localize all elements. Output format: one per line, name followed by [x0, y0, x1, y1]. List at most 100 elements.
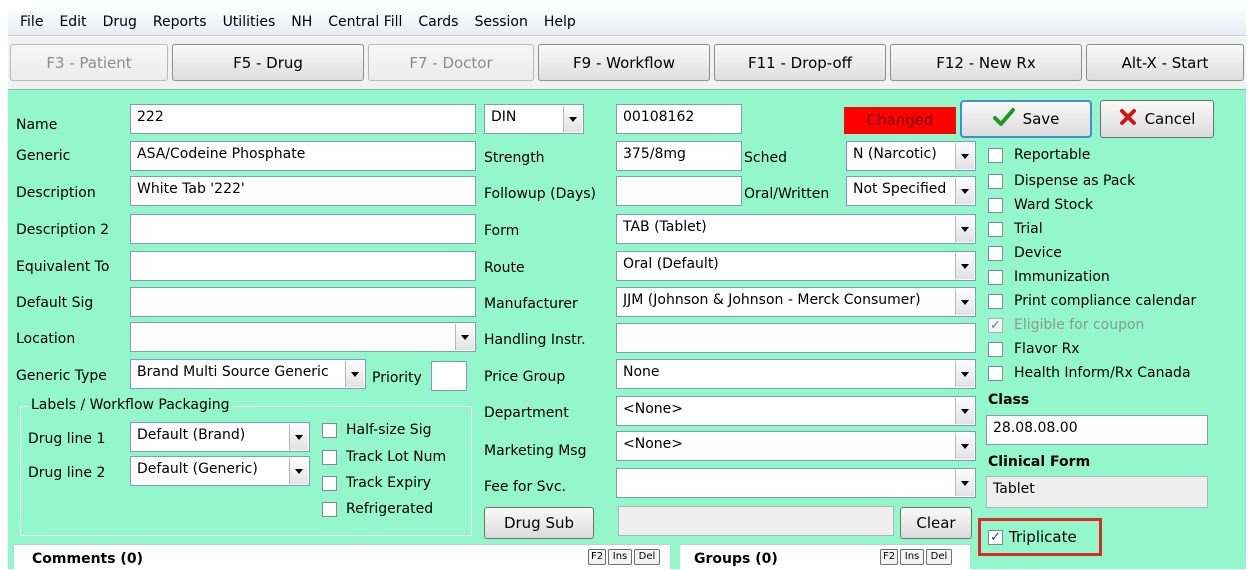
- ward-stock-checkbox[interactable]: [988, 198, 1003, 213]
- generic-field[interactable]: ASA/Codeine Phosphate: [130, 141, 476, 171]
- form-label: Form: [484, 223, 520, 239]
- menu-drug[interactable]: Drug: [95, 14, 145, 30]
- drug-line1-label: Drug line 1: [28, 431, 106, 447]
- equivalent-label: Equivalent To: [16, 259, 110, 275]
- route-label: Route: [484, 260, 525, 276]
- menu-reports[interactable]: Reports: [145, 14, 215, 30]
- menu-cards[interactable]: Cards: [410, 14, 466, 30]
- description-field[interactable]: White Tab '222': [130, 176, 476, 206]
- generic-type-select[interactable]: Brand Multi Source Generic: [130, 359, 366, 389]
- reportable-checkbox[interactable]: [988, 148, 1003, 163]
- drug-sub-field[interactable]: [618, 506, 894, 536]
- new-rx-button[interactable]: F12 - New Rx: [890, 44, 1082, 81]
- menu-help[interactable]: Help: [536, 14, 584, 30]
- half-size-sig-label: Half-size Sig: [346, 422, 432, 438]
- marketing-select[interactable]: <None>: [616, 431, 976, 461]
- workflow-button[interactable]: F9 - Workflow: [538, 44, 710, 81]
- menu-central-fill[interactable]: Central Fill: [320, 14, 410, 30]
- description2-field[interactable]: [130, 214, 476, 244]
- triplicate-checkbox[interactable]: ✓: [988, 530, 1003, 545]
- comments-title: Comments (0): [32, 551, 143, 567]
- comments-del-button[interactable]: Del: [634, 549, 660, 565]
- drug-line1-select[interactable]: Default (Brand): [130, 422, 310, 452]
- drug-sub-button[interactable]: Drug Sub: [484, 507, 594, 539]
- health-inform-checkbox[interactable]: [988, 366, 1003, 381]
- generic-type-value: Brand Multi Source Generic: [137, 364, 329, 380]
- manufacturer-value: JJM (Johnson & Johnson - Merck Consumer): [623, 292, 921, 308]
- menu-file[interactable]: File: [12, 14, 51, 30]
- fee-select[interactable]: [616, 468, 976, 498]
- chevron-down-icon: [955, 470, 974, 496]
- drug-button[interactable]: F5 - Drug: [172, 44, 364, 81]
- default-sig-field[interactable]: [130, 287, 476, 317]
- track-expiry-checkbox[interactable]: [322, 476, 337, 491]
- menu-session[interactable]: Session: [466, 14, 535, 30]
- din-field[interactable]: 00108162: [616, 104, 742, 134]
- menu-nh[interactable]: NH: [283, 14, 320, 30]
- handling-field[interactable]: [616, 323, 976, 353]
- strength-label: Strength: [484, 150, 545, 166]
- class-field[interactable]: 28.08.08.00: [986, 415, 1208, 445]
- din-type-select[interactable]: DIN: [484, 104, 584, 134]
- department-select[interactable]: <None>: [616, 396, 976, 426]
- equivalent-field[interactable]: [130, 251, 476, 281]
- price-group-select[interactable]: None: [616, 359, 976, 389]
- clear-button[interactable]: Clear: [900, 507, 972, 539]
- chevron-down-icon: [955, 216, 974, 242]
- health-inform-label: Health Inform/Rx Canada: [1014, 365, 1191, 381]
- default-sig-label: Default Sig: [16, 295, 94, 311]
- device-checkbox[interactable]: [988, 246, 1003, 261]
- drug-line2-value: Default (Generic): [137, 461, 258, 477]
- fee-label: Fee for Svc.: [484, 479, 566, 495]
- priority-field[interactable]: [431, 361, 467, 391]
- form-select[interactable]: TAB (Tablet): [616, 214, 976, 244]
- trial-label: Trial: [1014, 221, 1043, 237]
- name-label: Name: [16, 117, 58, 133]
- drug-line2-select[interactable]: Default (Generic): [130, 456, 310, 486]
- location-select[interactable]: [130, 322, 476, 352]
- comments-ins-button[interactable]: Ins: [608, 549, 632, 565]
- eligible-coupon-label: Eligible for coupon: [1014, 317, 1145, 333]
- trial-checkbox[interactable]: [988, 222, 1003, 237]
- description2-label: Description 2: [16, 222, 110, 238]
- patient-button[interactable]: F3 - Patient: [10, 44, 168, 81]
- save-button[interactable]: Save: [960, 100, 1092, 138]
- chevron-down-icon: [563, 106, 582, 132]
- followup-field[interactable]: [616, 176, 742, 206]
- doctor-button[interactable]: F7 - Doctor: [368, 44, 534, 81]
- drug-form-panel: Name 222 Generic ASA/Codeine Phosphate D…: [8, 89, 1246, 570]
- cancel-label: Cancel: [1144, 110, 1196, 128]
- route-select[interactable]: Oral (Default): [616, 251, 976, 281]
- groups-del-button[interactable]: Del: [926, 549, 952, 565]
- half-size-sig-checkbox[interactable]: [322, 423, 337, 438]
- eligible-coupon-checkbox[interactable]: ✓: [988, 318, 1003, 333]
- dispense-pack-checkbox[interactable]: [988, 174, 1003, 189]
- chevron-down-icon: [345, 361, 364, 387]
- price-group-value: None: [623, 364, 660, 380]
- menu-utilities[interactable]: Utilities: [215, 14, 284, 30]
- sched-select[interactable]: N (Narcotic): [846, 141, 976, 171]
- start-button[interactable]: Alt-X - Start: [1086, 44, 1244, 81]
- refrigerated-checkbox[interactable]: [322, 502, 337, 517]
- track-lot-label: Track Lot Num: [346, 449, 447, 465]
- groups-ins-button[interactable]: Ins: [900, 549, 924, 565]
- flavor-rx-label: Flavor Rx: [1014, 341, 1080, 357]
- cancel-button[interactable]: Cancel: [1100, 100, 1214, 138]
- chevron-down-icon: [955, 143, 974, 169]
- comments-f2-button[interactable]: F2: [588, 549, 606, 565]
- toolbar: F3 - Patient F5 - Drug F7 - Doctor F9 - …: [8, 37, 1246, 89]
- groups-f2-button[interactable]: F2: [880, 549, 898, 565]
- immunization-checkbox[interactable]: [988, 270, 1003, 285]
- manufacturer-select[interactable]: JJM (Johnson & Johnson - Merck Consumer): [616, 287, 976, 317]
- dropoff-button[interactable]: F11 - Drop-off: [714, 44, 886, 81]
- oral-written-select[interactable]: Not Specified: [846, 176, 976, 206]
- menu-edit[interactable]: Edit: [51, 14, 94, 30]
- name-field[interactable]: 222: [130, 104, 476, 134]
- handling-label: Handling Instr.: [484, 332, 586, 348]
- flavor-rx-checkbox[interactable]: [988, 342, 1003, 357]
- print-calendar-checkbox[interactable]: [988, 294, 1003, 309]
- track-lot-checkbox[interactable]: [322, 450, 337, 465]
- ward-stock-label: Ward Stock: [1014, 197, 1094, 213]
- drug-line2-label: Drug line 2: [28, 465, 106, 481]
- strength-field[interactable]: 375/8mg: [616, 141, 742, 171]
